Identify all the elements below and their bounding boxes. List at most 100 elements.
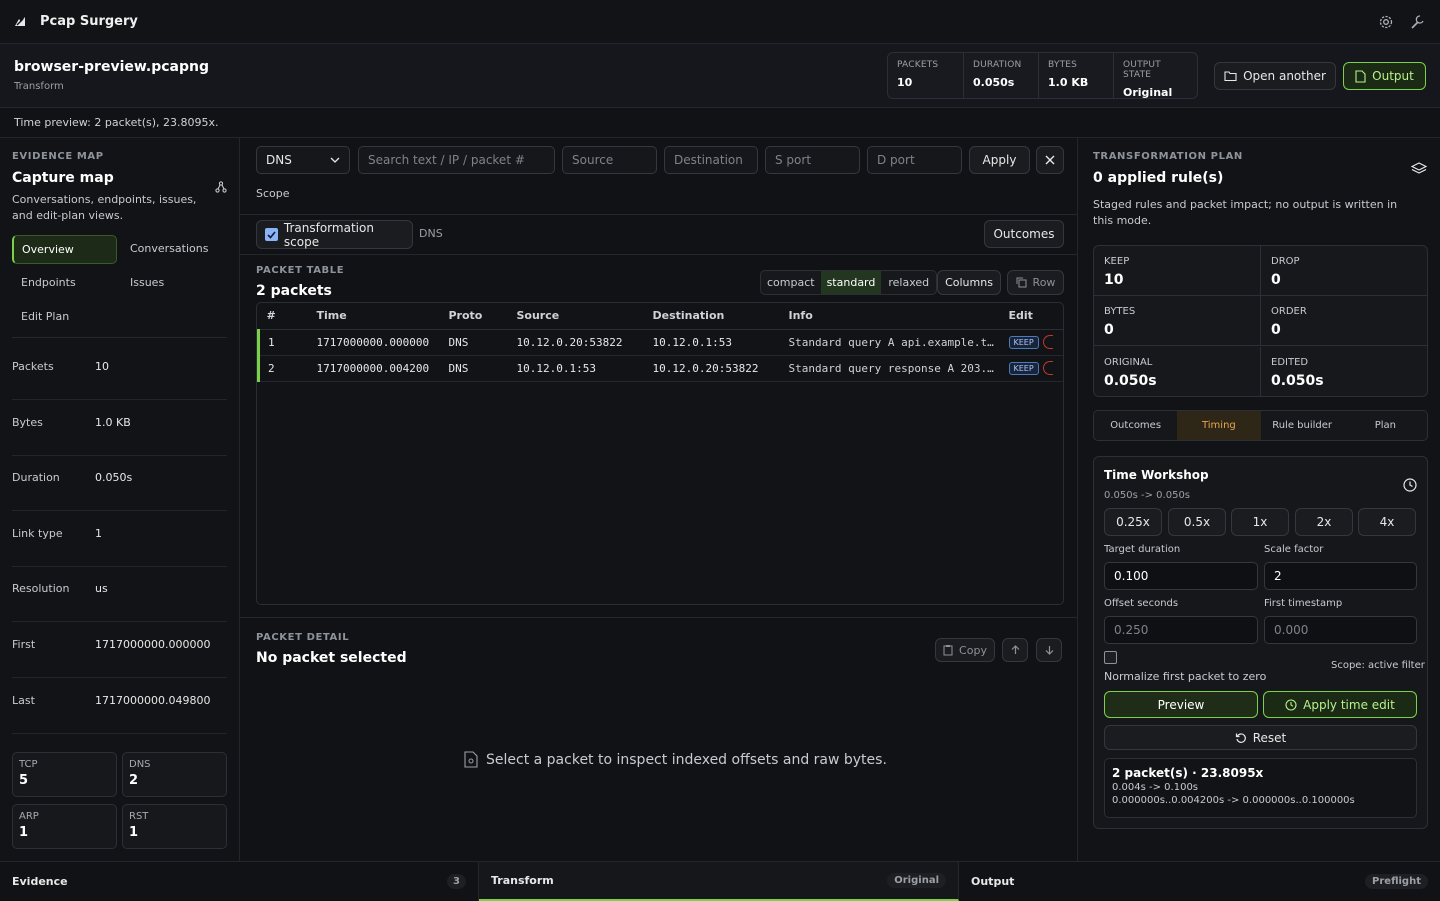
footer-tab-evidence[interactable]: Evidence 3 [0, 862, 479, 901]
previous-packet-button[interactable] [1002, 638, 1028, 662]
col-proto[interactable]: Proto [448, 303, 517, 330]
footer-tab-output[interactable]: Output Preflight [959, 862, 1440, 901]
output-button[interactable]: Output [1343, 62, 1426, 90]
count-arp[interactable]: ARP 1 [12, 804, 117, 849]
speed-2x-button[interactable]: 2x [1295, 508, 1353, 536]
speed-1x-button[interactable]: 1x [1231, 508, 1289, 536]
density-toggle: compact standard relaxed [760, 270, 938, 295]
columns-button[interactable]: Columns [937, 270, 1001, 295]
nav-issues[interactable]: Issues [130, 276, 164, 289]
outcomes-button[interactable]: Outcomes [984, 220, 1064, 248]
tab-plan[interactable]: Plan [1344, 411, 1427, 440]
file-mode: Transform [14, 81, 64, 92]
normalize-label: Normalize first packet to zero [1104, 670, 1267, 683]
summary-bytes: Bytes 1.0 KB [12, 400, 227, 456]
tab-outcomes[interactable]: Outcomes [1094, 411, 1177, 440]
open-another-button[interactable]: Open another [1214, 62, 1336, 90]
summary-duration: Duration 0.050s [12, 455, 227, 511]
clear-filter-button[interactable] [1036, 146, 1064, 174]
transformation-scope-toggle[interactable]: Transformation scope [256, 220, 413, 249]
offset-seconds-label: Offset seconds [1104, 598, 1179, 609]
folder-icon [1224, 70, 1237, 82]
first-timestamp-input[interactable]: 0.000 [1264, 616, 1417, 644]
evidence-title: Capture map [12, 170, 114, 186]
row-copy-button[interactable]: Row [1007, 270, 1064, 295]
count-tcp[interactable]: TCP 5 [12, 752, 117, 797]
tab-rule-builder[interactable]: Rule builder [1261, 411, 1344, 440]
destination-input[interactable]: Destination [664, 146, 758, 174]
transformation-plan-panel: TRANSFORMATION PLAN 0 applied rule(s) St… [1078, 138, 1440, 861]
speed-4x-button[interactable]: 4x [1358, 508, 1416, 536]
col-time[interactable]: Time [316, 303, 449, 330]
graph-icon[interactable] [215, 181, 227, 193]
time-preview-banner: Time preview: 2 packet(s), 23.8095x. [0, 108, 1440, 138]
drop-toggle-icon[interactable] [1042, 361, 1053, 375]
speed-0.5x-button[interactable]: 0.5x [1168, 508, 1226, 536]
plan-metrics: KEEP 10 DROP 0 BYTES 0 ORDER 0 ORIGINAL 0.050… [1093, 245, 1428, 397]
count-dns[interactable]: DNS 2 [122, 752, 227, 797]
metric-edited: EDITED 0.050s [1271, 357, 1324, 389]
evidence-description: Conversations, endpoints, issues, and ed… [12, 193, 197, 222]
layers-icon[interactable] [1411, 161, 1427, 177]
nav-conversations[interactable]: Conversations [130, 242, 208, 255]
speed-0.25x-button[interactable]: 0.25x [1104, 508, 1162, 536]
nav-overview[interactable]: Overview [12, 235, 117, 264]
plan-description: Staged rules and packet impact; no outpu… [1093, 198, 1398, 227]
packet-detail-section-label: PACKET DETAIL [256, 632, 350, 643]
col-number[interactable]: # [258, 303, 317, 330]
copy-button[interactable]: Copy [935, 638, 995, 662]
col-destination[interactable]: Destination [652, 303, 789, 330]
file-icon [1355, 69, 1366, 83]
scale-factor-input[interactable]: 2 [1264, 562, 1417, 590]
count-rst[interactable]: RST 1 [122, 804, 227, 849]
density-relaxed[interactable]: relaxed [881, 271, 936, 294]
apply-filter-button[interactable]: Apply [969, 146, 1030, 174]
footer-tab-transform[interactable]: Transform Original [479, 862, 959, 901]
source-port-input[interactable]: S port [765, 146, 860, 174]
drop-toggle-icon[interactable] [1042, 335, 1053, 349]
checkbox-checked-icon[interactable] [265, 228, 278, 241]
normalize-checkbox[interactable] [1104, 651, 1117, 664]
divider [240, 617, 1078, 618]
source-input[interactable]: Source [562, 146, 657, 174]
density-standard[interactable]: standard [820, 271, 882, 294]
dest-port-input[interactable]: D port [867, 146, 962, 174]
file-header: browser-preview.pcapng Transform PACKETS… [0, 44, 1440, 108]
tab-timing[interactable]: Timing [1177, 411, 1261, 440]
result-title: 2 packet(s) · 23.8095x [1112, 766, 1264, 780]
packet-detail-empty-state: Select a packet to inspect indexed offse… [464, 751, 887, 768]
packet-detail-title: No packet selected [256, 650, 407, 666]
preview-button[interactable]: Preview [1104, 691, 1258, 718]
col-source[interactable]: Source [516, 303, 653, 330]
transform-workspace: DNS Search text / IP / packet # Source D… [240, 138, 1078, 861]
wrench-icon[interactable] [1410, 14, 1426, 30]
apply-time-edit-button[interactable]: Apply time edit [1263, 691, 1417, 718]
table-row[interactable]: 2 1717000000.004200 DNS 10.12.0.1:53 10.… [257, 355, 1063, 382]
next-packet-button[interactable] [1036, 638, 1062, 662]
col-edit[interactable]: Edit [1008, 303, 1063, 330]
col-info[interactable]: Info [788, 303, 1009, 330]
plan-title: 0 applied rule(s) [1093, 170, 1224, 186]
density-compact[interactable]: compact [761, 271, 821, 294]
nav-edit-plan[interactable]: Edit Plan [21, 310, 69, 323]
time-workshop: Time Workshop 0.050s -> 0.050s 0.25x 0.5… [1093, 456, 1428, 829]
divider [12, 337, 227, 338]
reset-icon [1235, 732, 1247, 744]
table-header-row: # Time Proto Source Destination Info Edi… [258, 303, 1063, 330]
target-duration-label: Target duration [1104, 544, 1181, 555]
keep-badge[interactable]: KEEP [1008, 336, 1039, 349]
offset-seconds-input[interactable]: 0.250 [1104, 616, 1258, 644]
reset-button[interactable]: Reset [1104, 725, 1417, 750]
nav-endpoints[interactable]: Endpoints [21, 276, 76, 289]
gear-icon[interactable] [1378, 14, 1394, 30]
search-input[interactable]: Search text / IP / packet # [358, 146, 555, 174]
packet-table-title: 2 packets [256, 283, 332, 299]
evidence-section-label: EVIDENCE MAP [12, 151, 104, 162]
table-row[interactable]: 1 1717000000.000000 DNS 10.12.0.20:53822… [257, 329, 1063, 356]
time-workshop-subtitle: 0.050s -> 0.050s [1104, 490, 1191, 501]
protocol-select[interactable]: DNS [256, 146, 350, 174]
summary-last: Last 1717000000.049800 [12, 678, 227, 734]
target-duration-input[interactable]: 0.100 [1104, 562, 1258, 590]
keep-badge[interactable]: KEEP [1008, 362, 1039, 375]
time-workshop-title: Time Workshop [1104, 468, 1209, 482]
